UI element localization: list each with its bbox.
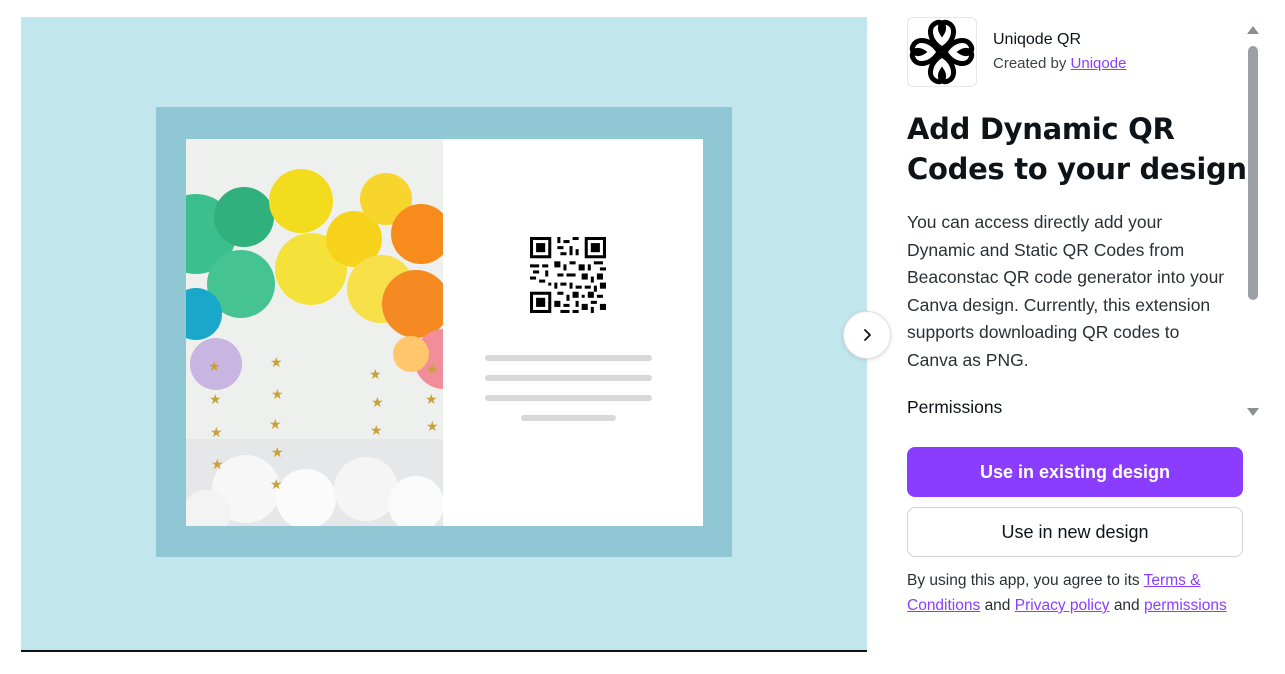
svg-text:★: ★: [208, 359, 221, 375]
caret-down-icon[interactable]: [1247, 408, 1259, 416]
preview-frame: ★ ★ ★ ★ ★ ★ ★ ★ ★ ★ ★ ★ ★ ★ ★: [156, 107, 732, 557]
placeholder-line: [485, 395, 652, 401]
svg-text:★: ★: [371, 395, 384, 411]
placeholder-line: [485, 355, 652, 361]
app-preview-panel: ★ ★ ★ ★ ★ ★ ★ ★ ★ ★ ★ ★ ★ ★ ★: [21, 17, 867, 652]
info-scrollbar[interactable]: [1245, 22, 1261, 422]
svg-text:★: ★: [209, 392, 222, 408]
svg-text:★: ★: [370, 423, 383, 439]
qr-code-image: [530, 237, 606, 313]
balloon-photo: ★ ★ ★ ★ ★ ★ ★ ★ ★ ★ ★ ★ ★ ★ ★: [186, 139, 443, 526]
terms-notice: By using this app, you agree to its Term…: [907, 568, 1237, 618]
preview-card: ★ ★ ★ ★ ★ ★ ★ ★ ★ ★ ★ ★ ★ ★ ★: [186, 139, 703, 526]
svg-text:★: ★: [426, 362, 439, 378]
terms-and-1: and: [984, 597, 1011, 614]
scrollbar-thumb[interactable]: [1248, 46, 1258, 300]
svg-text:★: ★: [270, 477, 283, 493]
svg-text:★: ★: [426, 419, 439, 435]
caret-up-icon[interactable]: [1247, 26, 1259, 34]
uniqode-flower-logo-icon: [907, 17, 977, 87]
app-header: Uniqode QR Created by Uniqode: [907, 17, 1247, 87]
terms-and-2: and: [1113, 597, 1140, 614]
created-by-label: Created by: [993, 55, 1067, 72]
svg-text:★: ★: [425, 392, 438, 408]
svg-text:★: ★: [271, 387, 284, 403]
svg-text:★: ★: [270, 355, 283, 371]
app-headline: Add Dynamic QR Codes to your design: [907, 112, 1247, 186]
creator-link[interactable]: Uniqode: [1071, 55, 1127, 72]
use-in-existing-design-button[interactable]: Use in existing design: [907, 447, 1243, 497]
svg-text:★: ★: [210, 425, 223, 441]
permissions-heading: Permissions: [907, 397, 1003, 417]
placeholder-line: [521, 415, 616, 421]
privacy-policy-link[interactable]: Privacy policy: [1015, 597, 1110, 614]
terms-prefix: By using this app, you agree to its: [907, 572, 1140, 589]
use-in-new-design-button[interactable]: Use in new design: [907, 507, 1243, 557]
chevron-right-icon: [864, 329, 871, 341]
placeholder-line: [485, 375, 652, 381]
next-slide-button[interactable]: [843, 311, 891, 359]
svg-text:★: ★: [269, 417, 282, 433]
placeholder-text-lines: [485, 355, 652, 435]
app-name: Uniqode QR: [993, 31, 1082, 48]
app-info-panel: Uniqode QR Created by Uniqode Add Dynami…: [907, 17, 1247, 427]
svg-text:★: ★: [369, 367, 382, 383]
permissions-link[interactable]: permissions: [1144, 597, 1227, 614]
creator-line: Created by Uniqode: [993, 53, 1126, 75]
svg-text:★: ★: [211, 457, 224, 473]
app-description: You can access directly add your Dynamic…: [907, 212, 1225, 370]
svg-text:★: ★: [271, 445, 284, 461]
